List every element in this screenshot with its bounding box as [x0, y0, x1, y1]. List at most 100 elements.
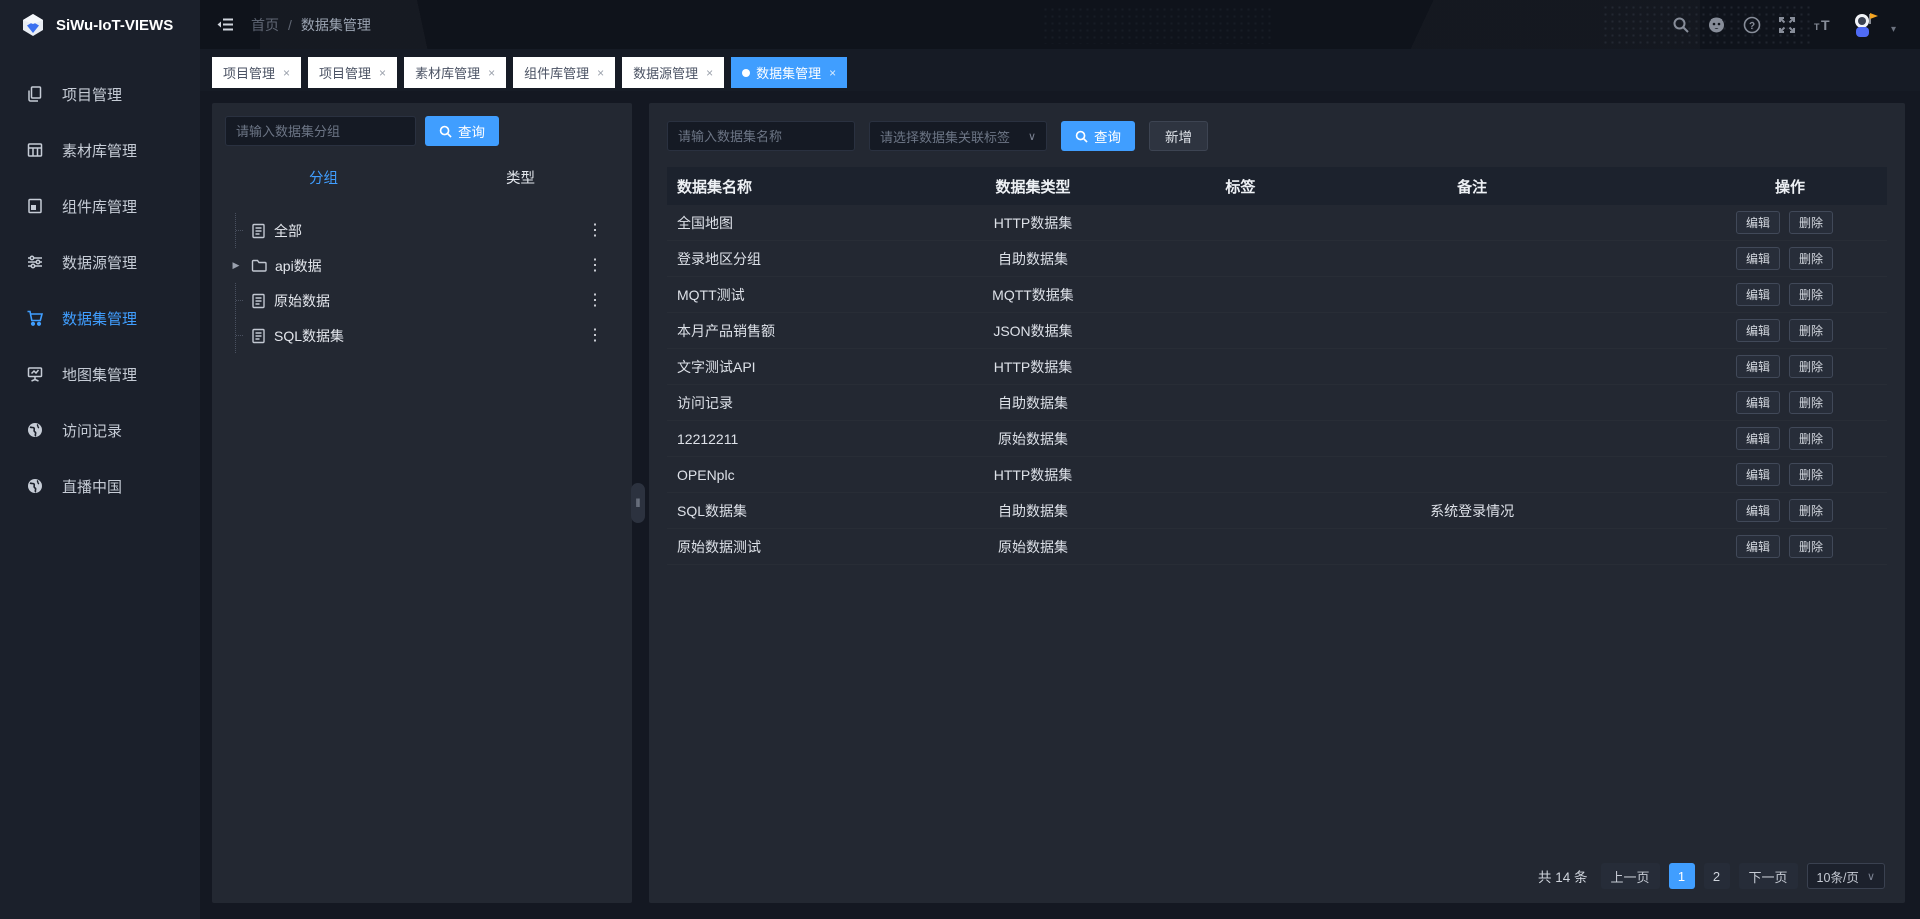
component-icon: [26, 197, 44, 215]
page-button-2[interactable]: 2: [1704, 863, 1730, 889]
breadcrumb: 首页 / 数据集管理: [251, 15, 371, 35]
delete-button[interactable]: 删除: [1789, 283, 1833, 306]
delete-button[interactable]: 删除: [1789, 535, 1833, 558]
avatar-dropdown-caret[interactable]: ▾: [1891, 24, 1896, 35]
tab-project-2[interactable]: 项目管理 ×: [308, 57, 397, 88]
sidebar-item-label: 访问记录: [62, 420, 122, 441]
page-button-1[interactable]: 1: [1669, 863, 1695, 889]
page-size-value: 10条/页: [1817, 867, 1859, 886]
edit-button[interactable]: 编辑: [1736, 247, 1780, 270]
table-row: 全国地图 HTTP数据集 编辑 删除: [667, 205, 1887, 241]
edit-button[interactable]: 编辑: [1736, 211, 1780, 234]
tab-datasource[interactable]: 数据源管理 ×: [622, 57, 724, 88]
cell-name: 本月产品销售额: [667, 321, 935, 341]
github-icon[interactable]: [1707, 15, 1726, 34]
close-icon[interactable]: ×: [283, 66, 290, 80]
delete-button[interactable]: 删除: [1789, 427, 1833, 450]
tree-item-api-data[interactable]: ▶ api数据 ⋮: [225, 248, 619, 283]
group-search-button[interactable]: 查询: [425, 116, 499, 146]
cell-type: HTTP数据集: [935, 465, 1130, 485]
fullscreen-icon[interactable]: [1778, 16, 1796, 34]
close-icon[interactable]: ×: [488, 66, 495, 80]
logo-row[interactable]: SiWu-IoT-VIEWS: [0, 0, 200, 50]
more-actions-icon[interactable]: ⋮: [587, 258, 603, 274]
active-dot: [742, 69, 750, 77]
sidebar-item-live-china[interactable]: 直播中国: [0, 458, 200, 514]
table-row: 登录地区分组 自助数据集 编辑 删除: [667, 241, 1887, 277]
edit-button[interactable]: 编辑: [1736, 283, 1780, 306]
more-actions-icon[interactable]: ⋮: [587, 328, 603, 344]
delete-button[interactable]: 删除: [1789, 463, 1833, 486]
sidebar-item-datasource[interactable]: 数据源管理: [0, 234, 200, 290]
next-page-button[interactable]: 下一页: [1739, 863, 1798, 889]
tab-label: 数据集管理: [756, 63, 821, 82]
more-actions-icon[interactable]: ⋮: [587, 223, 603, 239]
sidebar-item-project[interactable]: 项目管理: [0, 66, 200, 122]
dataset-search-button-label: 查询: [1094, 126, 1121, 146]
dataset-tag-select[interactable]: 请选择数据集关联标签 ∨: [869, 121, 1047, 151]
delete-button[interactable]: 删除: [1789, 355, 1833, 378]
folder-icon: [251, 258, 267, 273]
avatar[interactable]: [1850, 10, 1880, 40]
dataset-name-input[interactable]: [667, 121, 855, 151]
edit-button[interactable]: 编辑: [1736, 319, 1780, 342]
group-search-row: 查询: [225, 116, 619, 146]
delete-button[interactable]: 删除: [1789, 391, 1833, 414]
edit-button[interactable]: 编辑: [1736, 391, 1780, 414]
add-dataset-button[interactable]: 新增: [1149, 121, 1208, 151]
edit-button[interactable]: 编辑: [1736, 427, 1780, 450]
delete-button[interactable]: 删除: [1789, 499, 1833, 522]
panel-resize-handle[interactable]: ‖: [631, 483, 645, 523]
tab-material[interactable]: 素材库管理 ×: [404, 57, 506, 88]
sidebar-item-material[interactable]: 素材库管理: [0, 122, 200, 178]
expand-caret-icon[interactable]: ▶: [228, 260, 244, 271]
cell-name: 登录地区分组: [667, 249, 935, 269]
tab-label: 项目管理: [223, 63, 275, 82]
tab-type[interactable]: 类型: [422, 167, 619, 188]
sidebar-item-label: 项目管理: [62, 84, 122, 105]
dataset-search-button[interactable]: 查询: [1061, 121, 1135, 151]
svg-text:T: T: [1821, 17, 1830, 33]
font-size-icon[interactable]: T T: [1813, 16, 1833, 34]
tree-item-all[interactable]: 全部 ⋮: [225, 213, 619, 248]
sidebar: SiWu-IoT-VIEWS 项目管理 素材库管理: [0, 0, 200, 919]
edit-button[interactable]: 编辑: [1736, 463, 1780, 486]
close-icon[interactable]: ×: [706, 66, 713, 80]
close-icon[interactable]: ×: [829, 66, 836, 80]
header-decor-worldmap-dots: [1042, 6, 1272, 44]
tab-project-1[interactable]: 项目管理 ×: [212, 57, 301, 88]
page-size-select[interactable]: 10条/页 ∨: [1807, 863, 1885, 889]
tree-item-raw-data[interactable]: 原始数据 ⋮: [225, 283, 619, 318]
delete-button[interactable]: 删除: [1789, 247, 1833, 270]
delete-button[interactable]: 删除: [1789, 211, 1833, 234]
tab-group[interactable]: 分组: [225, 167, 422, 188]
more-actions-icon[interactable]: ⋮: [587, 293, 603, 309]
col-header-tag: 标签: [1131, 176, 1351, 197]
tree-item-sql-dataset[interactable]: SQL数据集 ⋮: [225, 318, 619, 353]
search-icon[interactable]: [1672, 16, 1690, 34]
header-actions: ? T T ▾: [1672, 0, 1896, 49]
sidebar-item-access-log[interactable]: 访问记录: [0, 402, 200, 458]
table-row: 文字测试API HTTP数据集 编辑 删除: [667, 349, 1887, 385]
sidebar-item-atlas[interactable]: 地图集管理: [0, 346, 200, 402]
tab-component[interactable]: 组件库管理 ×: [513, 57, 615, 88]
group-search-input[interactable]: [225, 116, 416, 146]
help-icon[interactable]: ?: [1743, 16, 1761, 34]
close-icon[interactable]: ×: [597, 66, 604, 80]
prev-page-button[interactable]: 上一页: [1601, 863, 1660, 889]
close-icon[interactable]: ×: [379, 66, 386, 80]
edit-button[interactable]: 编辑: [1736, 355, 1780, 378]
sidebar-item-dataset[interactable]: 数据集管理: [0, 290, 200, 346]
chevron-down-icon: ∨: [1028, 130, 1036, 143]
table-row: MQTT测试 MQTT数据集 编辑 删除: [667, 277, 1887, 313]
sidebar-collapse-icon[interactable]: [216, 15, 235, 34]
cell-type: 自助数据集: [935, 501, 1130, 521]
sidebar-item-component[interactable]: 组件库管理: [0, 178, 200, 234]
pagination: 共 14 条 上一页 1 2 下一页 10条/页 ∨: [1538, 863, 1885, 889]
edit-button[interactable]: 编辑: [1736, 499, 1780, 522]
tab-dataset[interactable]: 数据集管理 ×: [731, 57, 847, 88]
breadcrumb-home[interactable]: 首页: [251, 15, 279, 35]
delete-button[interactable]: 删除: [1789, 319, 1833, 342]
table-row: OPENplc HTTP数据集 编辑 删除: [667, 457, 1887, 493]
edit-button[interactable]: 编辑: [1736, 535, 1780, 558]
